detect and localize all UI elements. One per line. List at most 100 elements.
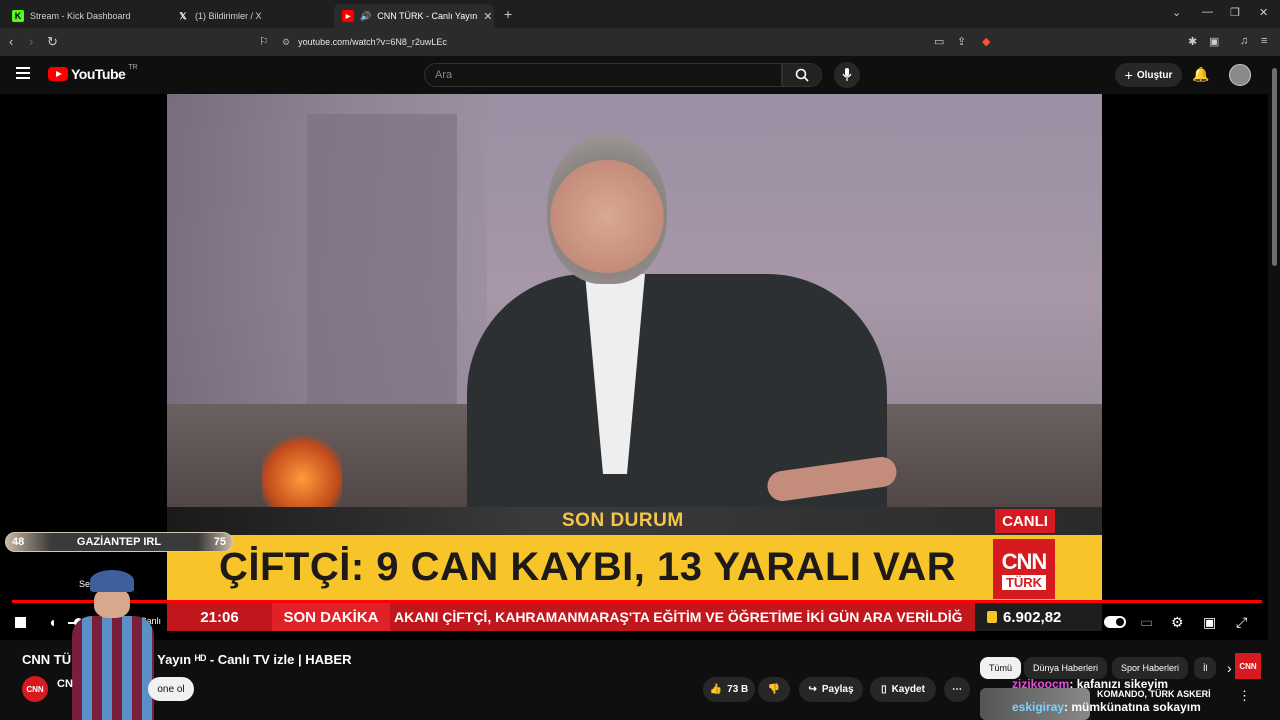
extensions-icon[interactable]: ✱ <box>1188 35 1197 48</box>
save-label: Kaydet <box>891 684 925 695</box>
presenter-head <box>547 134 667 284</box>
tab-list-icon[interactable]: ⌄ <box>1172 6 1181 19</box>
youtube-header: YouTube TR Ara + Oluştur 🔔 <box>0 56 1280 94</box>
tab-label: Stream - Kick Dashboard <box>30 11 131 21</box>
background-pillar <box>307 114 457 414</box>
like-button[interactable]: 👍 73 B <box>703 677 755 702</box>
youtube-wordmark: YouTube <box>71 66 126 82</box>
account-avatar[interactable] <box>1229 64 1251 86</box>
back-icon[interactable]: ‹ <box>9 34 13 49</box>
stat-label: GAZİANTEP IRL <box>76 536 162 548</box>
stat-right: 75 <box>213 536 226 548</box>
chip-sports-news[interactable]: Spor Haberleri <box>1112 657 1189 679</box>
video-title: CNN TÜ Yayın ᴴᴰ - Canlı TV izle | HABER <box>22 652 351 667</box>
video-player[interactable]: SON DURUM CANLI ÇİFTÇİ: 9 CAN KAYBI, 13 … <box>0 94 1268 679</box>
close-window-icon[interactable]: ✕ <box>1259 6 1268 19</box>
cast-icon[interactable]: ▭ <box>934 35 944 48</box>
streamer-stat-bar: 48 GAZİANTEP IRL 75 <box>5 532 233 552</box>
search-button[interactable] <box>782 63 822 87</box>
subscribe-button[interactable]: one ol <box>148 677 194 701</box>
share-icon[interactable]: ⇪ <box>957 35 966 48</box>
headline-text: ÇİFTÇİ: 9 CAN KAYBI, 13 YARALI VAR <box>219 545 957 589</box>
corner-logo-text: CNN <box>1239 661 1257 671</box>
microphone-icon <box>842 68 852 81</box>
plus-icon: + <box>1124 67 1133 83</box>
url-field[interactable]: ⚙ youtube.com/watch?v=6N8_r2uwLEc <box>282 32 1002 52</box>
new-tab-icon[interactable]: + <box>504 6 512 22</box>
subtitles-icon[interactable]: ▭ <box>1140 614 1153 631</box>
close-tab-icon[interactable]: ✕ <box>483 10 492 23</box>
cnn-logo-bottom: TÜRK <box>1001 574 1047 590</box>
more-icon: ⋯ <box>952 684 962 695</box>
recommended-more-icon[interactable]: ⋮ <box>1238 688 1251 704</box>
autoplay-toggle[interactable] <box>1104 616 1126 628</box>
cnn-logo-top: CNN <box>1001 548 1048 574</box>
chip-world-news[interactable]: Dünya Haberleri <box>1024 657 1108 679</box>
browser-tab-bar: K Stream - Kick Dashboard 𝕏 (1) Bildirim… <box>0 0 1280 28</box>
more-actions-button[interactable]: ⋯ <box>944 677 970 702</box>
url-text: youtube.com/watch?v=6N8_r2uwLEc <box>298 37 447 47</box>
bookmark-icon[interactable]: ⚐ <box>259 35 269 48</box>
miniplayer-icon[interactable]: ▣ <box>1203 614 1216 631</box>
share-button[interactable]: ↪ Paylaş <box>799 677 863 702</box>
hamburger-menu-icon[interactable] <box>16 67 30 79</box>
sidebar-icon[interactable]: ▣ <box>1209 35 1219 48</box>
son-durum-label: SON DURUM <box>562 510 684 531</box>
volume-icon[interactable]: ◖ <box>48 614 56 630</box>
lower-third-headline: ÇİFTÇİ: 9 CAN KAYBI, 13 YARALI VAR CNN T… <box>167 535 1102 603</box>
region-label: TR <box>128 63 138 71</box>
progress-bar[interactable] <box>12 600 1262 603</box>
create-button[interactable]: + Oluştur <box>1115 63 1182 87</box>
fullscreen-icon[interactable]: ⤢ <box>1236 614 1247 631</box>
reload-icon[interactable]: ↻ <box>47 34 58 50</box>
chat-message: eskigiray: mümkünatına sokayım <box>1012 700 1201 714</box>
tab-cnn[interactable]: ▶ 🔊 CNN TÜRK - Canlı Yayın ✕ <box>334 4 494 28</box>
stop-icon[interactable] <box>15 617 26 628</box>
x-icon: 𝕏 <box>179 10 187 21</box>
cnn-corner-logo: CNN <box>1235 653 1261 679</box>
youtube-icon: ▶ <box>342 10 354 22</box>
save-button[interactable]: ▯ Kaydet <box>870 677 936 702</box>
settings-icon[interactable]: ⚙ <box>1171 614 1184 631</box>
channel-name[interactable]: CN <box>57 678 73 690</box>
lower-third-top: SON DURUM CANLI <box>167 507 1102 535</box>
minimize-icon[interactable]: — <box>1202 6 1213 18</box>
page-scrollbar[interactable] <box>1272 68 1277 266</box>
stat-left: 48 <box>12 536 25 548</box>
kick-icon: K <box>12 10 24 22</box>
search-icon <box>795 68 809 82</box>
tab-kick[interactable]: K Stream - Kick Dashboard <box>4 4 169 28</box>
chat-text: : mümkünatına sokayım <box>1064 700 1201 714</box>
player-controls: ◖ Canlı ▭ ⚙ ▣ ⤢ <box>0 608 1268 640</box>
chat-username: zizikoocm <box>1012 677 1070 691</box>
tab-x[interactable]: 𝕏 (1) Bildirimler / X <box>169 4 334 28</box>
menu-icon[interactable]: ≡ <box>1261 35 1267 47</box>
chat-text: : kafanızı sikeyim <box>1069 677 1169 691</box>
chat-username: eskigiray <box>1012 700 1065 714</box>
forward-icon[interactable]: › <box>29 34 33 49</box>
tab-label: CNN TÜRK - Canlı Yayın <box>377 11 478 21</box>
youtube-logo[interactable]: YouTube TR <box>48 63 138 82</box>
media-icon[interactable]: ♫ <box>1240 35 1248 47</box>
chip-more[interactable]: İl <box>1194 657 1216 679</box>
chip-all[interactable]: Tümü <box>980 657 1022 679</box>
streamer-face <box>94 588 130 618</box>
video-frame <box>167 94 1102 534</box>
site-info-icon[interactable]: ⚙ <box>282 37 290 48</box>
channel-avatar-text: CNN <box>26 684 44 694</box>
maximize-icon[interactable]: ❐ <box>1230 6 1240 19</box>
thumbs-up-icon: 👍 <box>709 684 723 695</box>
dislike-button[interactable]: 👎 <box>758 677 790 702</box>
search-input[interactable]: Ara <box>424 63 782 87</box>
streamer-jersey <box>72 616 154 720</box>
notifications-bell-icon[interactable]: 🔔 <box>1192 66 1209 83</box>
chips-next-icon[interactable]: › <box>1227 660 1232 676</box>
channel-avatar[interactable]: CNN <box>22 676 48 702</box>
voice-search-button[interactable] <box>834 62 860 88</box>
streamer-cutout <box>64 568 160 720</box>
brave-shield-icon[interactable]: ◆ <box>982 35 990 48</box>
cnn-turk-logo: CNN TÜRK <box>993 539 1055 599</box>
title-rest-part: Yayın ᴴᴰ - Canlı TV izle | HABER <box>157 652 352 667</box>
live-tag: CANLI <box>995 509 1055 533</box>
like-count: 73 B <box>727 684 749 695</box>
